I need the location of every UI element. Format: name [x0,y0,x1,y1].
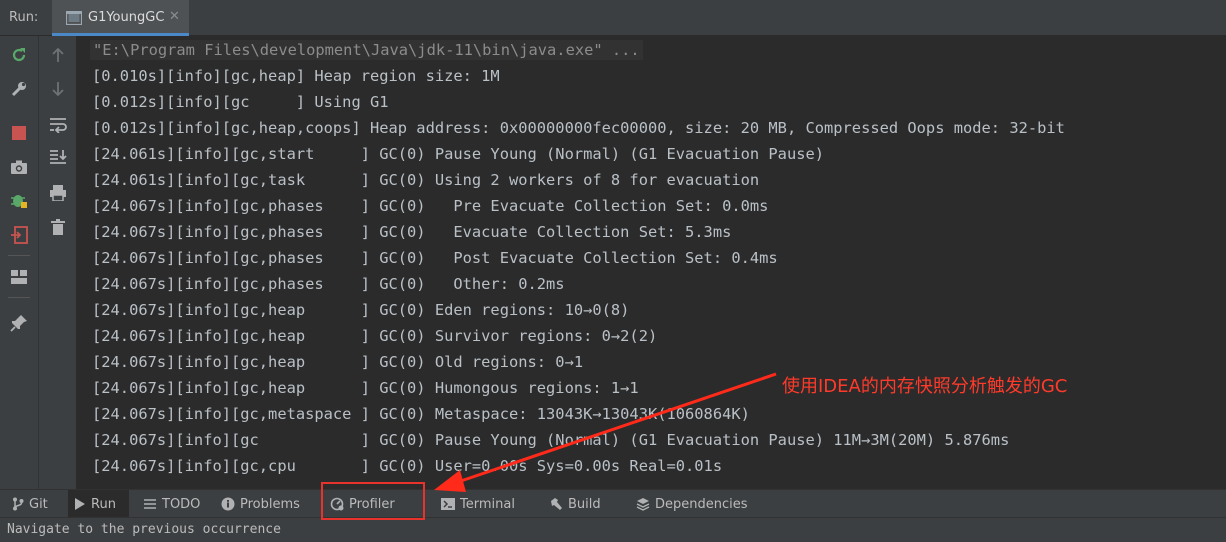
log-line: [24.067s][info][gc,phases ] GC(0) Post E… [92,249,778,267]
tab-label: Git [29,496,48,512]
tab-run[interactable]: Run [68,490,129,518]
profiler-highlight-box [321,482,425,520]
tab-title: G1YoungGC [88,10,165,25]
console-tab-icon [66,11,82,25]
pin-icon[interactable] [8,312,30,334]
run-play-icon [75,498,85,510]
log-line: [24.067s][info][gc ] GC(0) Pause Young (… [92,431,1010,449]
log-line: [24.067s][info][gc,heap ] GC(0) Humongou… [92,379,639,397]
arrow-up-icon[interactable] [47,44,69,66]
trash-icon[interactable] [47,216,69,238]
tab-terminal[interactable]: Terminal [435,490,521,518]
log-line: [24.067s][info][gc,heap ] GC(0) Eden reg… [92,301,630,319]
annotation-text: 使用IDEA的内存快照分析触发的GC [782,376,1068,397]
console-output[interactable]: "E:\Program Files\development\Java\jdk-1… [76,36,1226,489]
tab-label: TODO [162,496,201,512]
log-line: [0.012s][info][gc ] Using G1 [92,93,389,111]
stop-icon[interactable] [8,122,30,144]
log-line: [24.067s][info][gc,heap ] GC(0) Old regi… [92,353,584,371]
print-icon[interactable] [47,182,69,204]
tool-window-bar: Git Run TODO Problems Profiler Terminal … [0,489,1226,518]
problems-info-icon [221,497,235,511]
terminal-icon [441,498,455,510]
run-label: Run: [9,10,39,25]
tab-label: Dependencies [655,496,748,512]
tab-dependencies[interactable]: Dependencies [630,490,754,518]
log-line: [24.067s][info][gc,heap ] GC(0) Survivor… [92,327,658,345]
debug-bug-icon[interactable] [8,190,30,212]
close-icon[interactable]: ✕ [169,9,180,24]
tab-todo[interactable]: TODO [137,490,206,518]
tab-label: Build [568,496,601,512]
run-toolwindow-header: Run: G1YoungGC ✕ [0,0,1226,36]
log-line: [24.067s][info][gc,phases ] GC(0) Pre Ev… [92,197,769,215]
log-line: [24.067s][info][gc,phases ] GC(0) Evacua… [92,223,732,241]
wrench-icon[interactable] [8,78,30,100]
tab-label: Terminal [460,496,515,512]
log-line: [0.010s][info][gc,heap] Heap region size… [92,67,500,85]
run-actions-toolbar [0,36,38,489]
arrow-down-icon[interactable] [47,78,69,100]
log-line: [24.067s][info][gc,metaspace ] GC(0) Met… [92,405,750,423]
layers-icon [636,498,650,511]
log-line: [24.067s][info][gc,phases ] GC(0) Other:… [92,275,565,293]
tab-problems[interactable]: Problems [215,490,306,518]
tab-build[interactable]: Build [543,490,607,518]
rerun-icon[interactable] [8,44,30,66]
tab-git[interactable]: Git [6,490,54,518]
camera-icon[interactable] [8,156,30,178]
git-branch-icon [13,497,24,511]
log-line: [24.061s][info][gc,task ] GC(0) Using 2 … [92,171,760,189]
exit-icon[interactable] [8,224,30,246]
hammer-icon [551,498,562,510]
layout-icon[interactable] [8,266,30,288]
tab-label: Problems [240,496,300,512]
status-message: Navigate to the previous occurrence [7,522,281,537]
status-bar: Navigate to the previous occurrence [0,517,1226,542]
command-line: "E:\Program Files\development\Java\jdk-1… [90,40,643,60]
log-line: [24.061s][info][gc,start ] GC(0) Pause Y… [92,145,825,163]
scroll-to-end-icon[interactable] [47,146,69,168]
todo-list-icon [144,499,156,509]
log-line: [0.012s][info][gc,heap,coops] Heap addre… [92,119,1065,137]
tab-label: Run [91,496,116,512]
console-actions-toolbar [38,36,76,489]
tab-g1younggc[interactable]: G1YoungGC ✕ [52,0,189,36]
log-line: [24.067s][info][gc,cpu ] GC(0) User=0.00… [92,457,723,475]
soft-wrap-icon[interactable] [47,114,69,136]
